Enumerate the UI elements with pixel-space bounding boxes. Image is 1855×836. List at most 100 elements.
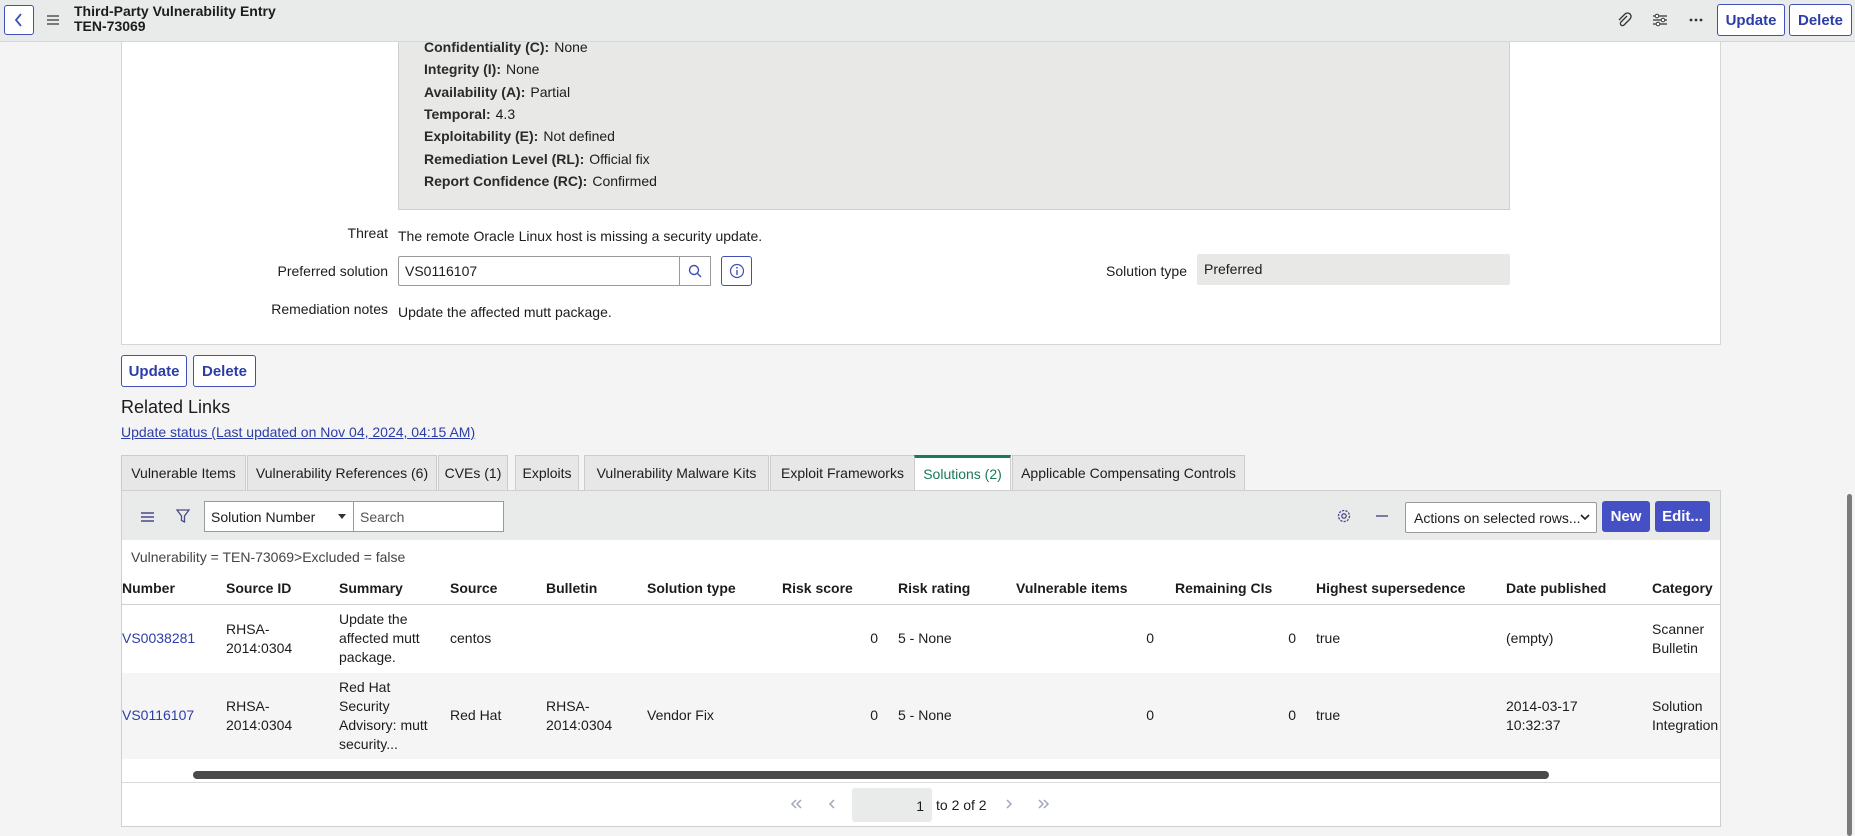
related-links-title: Related Links: [121, 397, 231, 417]
risk-score-cell: 0: [870, 707, 878, 723]
header-update-button[interactable]: Update: [1717, 4, 1785, 36]
cvss-field: Temporal: 4.3: [424, 105, 515, 123]
list-search-input[interactable]: Search: [353, 501, 504, 532]
filter-breadcrumb[interactable]: Vulnerability = TEN-73069>Excluded = fal…: [131, 549, 405, 565]
back-button[interactable]: [4, 5, 34, 35]
cvss-field-label: Integrity (I):: [424, 61, 501, 77]
solution-type-field: Preferred: [1197, 254, 1510, 285]
column-header[interactable]: Vulnerable items: [1016, 580, 1128, 596]
new-button[interactable]: New: [1602, 501, 1650, 532]
tab-applicable-compensating-controls[interactable]: Applicable Compensating Controls: [1012, 455, 1245, 490]
cvss-field-value: 4.3: [495, 106, 516, 122]
summary-cell: package.: [339, 649, 396, 665]
column-header[interactable]: Risk rating: [898, 580, 970, 596]
date-published-cell: 10:32:37: [1506, 717, 1561, 733]
paperclip-icon[interactable]: [1613, 9, 1635, 31]
page-number-input[interactable]: 1: [852, 788, 932, 822]
cvss-field-label: Report Confidence (RC):: [424, 173, 588, 189]
search-icon: [688, 264, 702, 278]
form-header: Third-Party Vulnerability Entry TEN-7306…: [0, 0, 1855, 42]
cvss-field: Confidentiality (C): None: [424, 38, 588, 56]
first-page-icon[interactable]: [788, 796, 804, 812]
cvss-field: Integrity (I): None: [424, 60, 539, 78]
column-header[interactable]: Risk score: [782, 580, 853, 596]
gear-icon[interactable]: [1336, 508, 1352, 524]
update-status-link[interactable]: Update status (Last updated on Nov 04, 2…: [121, 424, 475, 440]
remaining-cis-cell: 0: [1288, 630, 1296, 646]
last-page-icon[interactable]: [1036, 796, 1052, 812]
source-id-cell: RHSA-: [226, 698, 270, 714]
risk-rating-cell: 5 - None: [898, 630, 952, 646]
category-cell: Scanner: [1652, 621, 1705, 637]
cvss-field-label: Confidentiality (C):: [424, 39, 550, 55]
filter-icon[interactable]: [176, 509, 190, 524]
summary-cell: Security: [339, 698, 390, 714]
actions-on-selected-rows-select[interactable]: Actions on selected rows...: [1405, 502, 1597, 533]
preferred-solution-field[interactable]: VS0116107: [398, 256, 680, 286]
actions-select-value: Actions on selected rows...: [1414, 510, 1581, 526]
cvss-field-label: Remediation Level (RL):: [424, 151, 585, 167]
column-header[interactable]: Source ID: [226, 580, 291, 596]
number-link[interactable]: VS0038281: [122, 629, 195, 648]
column-header[interactable]: Number: [122, 580, 175, 596]
horizontal-scrollbar[interactable]: [193, 771, 1549, 779]
page-scrollbar[interactable]: [1847, 494, 1852, 836]
solution-type-cell: Vendor Fix: [647, 707, 714, 723]
form-title-number: TEN-73069: [74, 18, 146, 34]
source-id-cell: RHSA-: [226, 621, 270, 637]
source-id-cell: 2014:0304: [226, 640, 293, 656]
risk-score-cell: 0: [870, 630, 878, 646]
settings-sliders-icon[interactable]: [1649, 9, 1671, 31]
tab-vulnerability-malware-kits[interactable]: Vulnerability Malware Kits: [584, 455, 769, 490]
remaining-cis-cell: 0: [1288, 707, 1296, 723]
column-header[interactable]: Highest supersedence: [1316, 580, 1465, 596]
cvss-field: Exploitability (E): Not defined: [424, 127, 615, 145]
edit-button[interactable]: Edit...: [1655, 501, 1710, 532]
delete-button[interactable]: Delete: [193, 355, 256, 387]
form-title-table: Third-Party Vulnerability Entry: [74, 3, 276, 19]
cvss-field-value: Official fix: [589, 151, 650, 167]
cvss-field-value: Not defined: [543, 128, 615, 144]
cvss-field-label: Exploitability (E):: [424, 128, 539, 144]
remediation-notes-value: Update the affected mutt package.: [398, 304, 612, 320]
more-options-icon[interactable]: [1685, 9, 1707, 31]
caret-down-icon: [338, 514, 346, 519]
previous-page-icon[interactable]: [824, 796, 840, 812]
cvss-field-label: Temporal:: [424, 106, 491, 122]
reference-info-button[interactable]: [721, 256, 752, 286]
menu-icon[interactable]: [46, 11, 60, 29]
list-menu-icon[interactable]: [140, 510, 155, 524]
next-page-icon[interactable]: [1001, 796, 1017, 812]
column-header[interactable]: Solution type: [647, 580, 736, 596]
column-header[interactable]: Remaining CIs: [1175, 580, 1272, 596]
cvss-field-value: Confirmed: [592, 173, 657, 189]
column-header[interactable]: Bulletin: [546, 580, 597, 596]
update-button[interactable]: Update: [121, 355, 187, 387]
cvss-field-label: Availability (A):: [424, 84, 526, 100]
cvss-field: Remediation Level (RL): Official fix: [424, 150, 650, 168]
cvss-field: Availability (A): Partial: [424, 83, 570, 101]
tab-vulnerability-references-6[interactable]: Vulnerability References (6): [247, 455, 437, 490]
date-published-cell: 2014-03-17: [1506, 698, 1578, 714]
solution-type-label: Solution type: [1106, 263, 1187, 279]
tab-exploits[interactable]: Exploits: [515, 455, 579, 490]
cvss-field-value: None: [506, 61, 540, 77]
tab-vulnerable-items[interactable]: Vulnerable Items: [121, 455, 246, 490]
search-column-select[interactable]: Solution Number: [204, 501, 354, 532]
risk-rating-cell: 5 - None: [898, 707, 952, 723]
tab-cves-1[interactable]: CVEs (1): [438, 455, 508, 490]
column-header[interactable]: Source: [450, 580, 497, 596]
tab-solutions-2[interactable]: Solutions (2): [914, 455, 1011, 490]
column-header[interactable]: Summary: [339, 580, 403, 596]
reference-lookup-button[interactable]: [680, 256, 711, 286]
highest-supersedence-cell: true: [1316, 630, 1341, 646]
source-cell: Red Hat: [450, 707, 502, 723]
collapse-icon[interactable]: [1375, 509, 1389, 523]
bulletin-cell: RHSA-: [546, 698, 590, 714]
column-header[interactable]: Date published: [1506, 580, 1606, 596]
column-header[interactable]: Category: [1652, 580, 1713, 596]
tab-exploit-frameworks[interactable]: Exploit Frameworks: [770, 455, 915, 490]
header-delete-button[interactable]: Delete: [1789, 4, 1852, 36]
summary-cell: Red Hat: [339, 679, 391, 695]
number-link[interactable]: VS0116107: [122, 706, 194, 725]
